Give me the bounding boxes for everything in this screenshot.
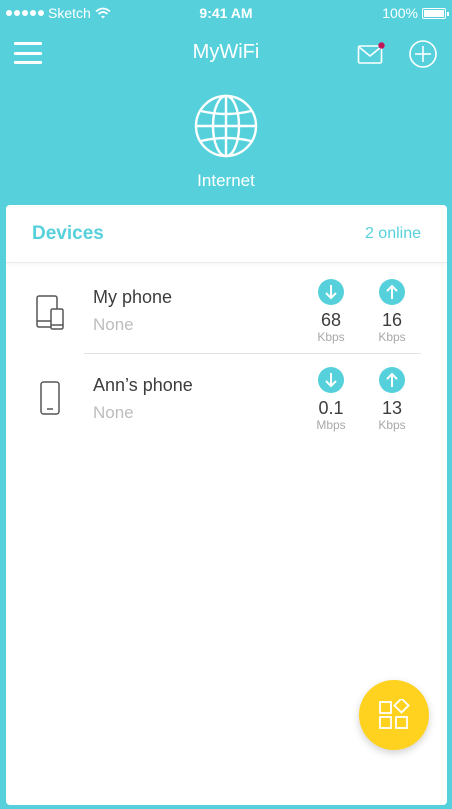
mail-button[interactable] [357,42,385,66]
download-value: 68 [320,310,342,330]
upload-unit: Kbps [378,330,406,344]
download-speed: 68 Kbps [306,279,356,344]
download-arrow-icon [318,279,344,305]
device-name: Ann’s phone [93,375,193,395]
status-bar: Sketch 9:41 AM 100% [0,0,452,28]
device-subtitle: None [93,315,134,334]
nav-bar: MyWiFi [0,28,452,80]
phone-icon [40,381,60,415]
status-right: 100% [382,5,449,21]
upload-arrow-icon [379,279,405,305]
notification-badge [378,42,385,49]
devices-online-count[interactable]: 2 online [365,225,421,243]
download-arrow-icon [318,367,344,393]
internet-label: Internet [197,171,255,190]
device-name: My phone [93,287,173,307]
device-row[interactable]: Ann’s phone None 0.1 Mbps 13 Kbps [6,353,447,441]
add-button[interactable] [408,39,438,69]
app-screen: Sketch 9:41 AM 100% MyWiFi Internet Devi… [0,0,452,809]
download-speed: 0.1 Mbps [306,367,356,432]
tablet-phone-icon [36,295,64,330]
battery-icon [422,7,449,19]
upload-value: 16 [381,310,403,330]
plus-circle-icon [409,40,437,68]
download-value: 0.1 [318,398,344,418]
device-row[interactable]: My phone None 68 Kbps 16 Kbps [6,265,447,353]
apps-fab-button[interactable] [359,680,429,750]
upload-speed: 13 Kbps [367,367,417,432]
download-unit: Mbps [316,418,346,432]
internet-node[interactable]: Internet [0,93,452,191]
mail-icon [357,45,383,64]
devices-title: Devices [32,223,104,244]
devices-header: Devices 2 online [6,205,447,263]
download-unit: Kbps [317,330,345,344]
upload-unit: Kbps [378,418,406,432]
globe-icon [194,94,258,158]
battery-percentage: 100% [382,5,418,21]
device-subtitle: None [93,403,134,422]
upload-arrow-icon [379,367,405,393]
upload-value: 13 [381,398,403,418]
apps-grid-icon [379,699,410,729]
upload-speed: 16 Kbps [367,279,417,344]
